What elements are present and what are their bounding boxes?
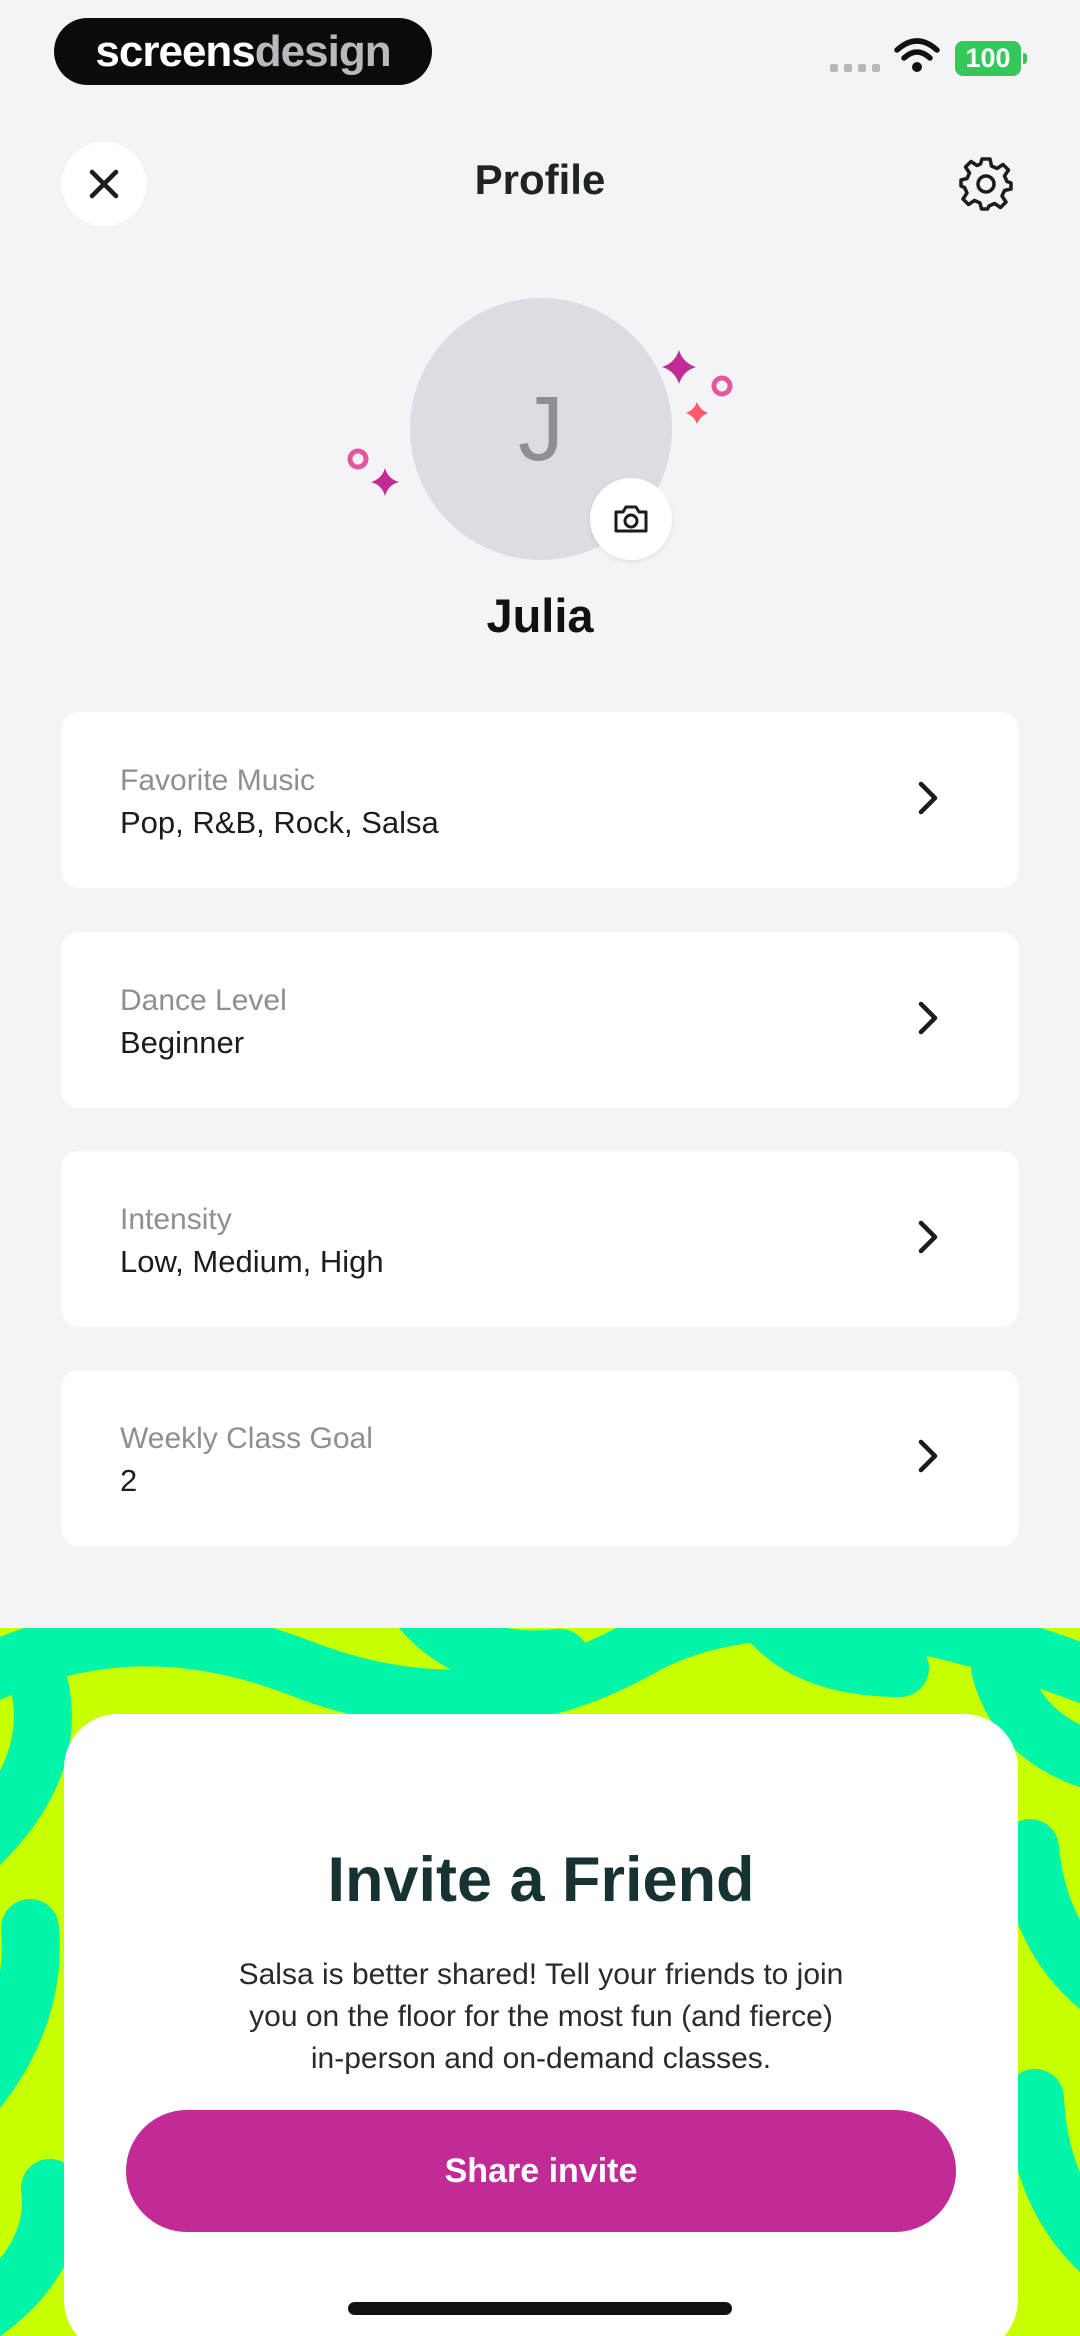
dance-level-row[interactable]: Dance Level Beginner [62, 932, 1018, 1108]
status-bar: screens design 100 [0, 0, 1080, 110]
camera-icon [614, 505, 648, 533]
share-invite-button[interactable]: Share invite [126, 2110, 956, 2232]
row-value: Low, Medium, High [120, 1244, 384, 1279]
page-title: Profile [474, 156, 606, 203]
invite-card: Invite a Friend Salsa is better shared! … [64, 1714, 1018, 2336]
weekly-class-goal-row[interactable]: Weekly Class Goal 2 [62, 1370, 1018, 1546]
row-label: Intensity [120, 1203, 232, 1236]
invite-description-line: you on the floor for the most fun (and f… [249, 2000, 833, 2033]
row-label: Dance Level [120, 984, 287, 1017]
invite-description: Salsa is better shared! Tell your friend… [154, 1954, 928, 2080]
intensity-row[interactable]: Intensity Low, Medium, High [62, 1151, 1018, 1327]
invite-title: Invite a Friend [327, 1845, 755, 1915]
avatar-initial: J [518, 377, 564, 480]
chevron-right-icon [918, 781, 938, 815]
gear-icon[interactable] [958, 156, 1014, 212]
battery-level: 100 [965, 43, 1011, 73]
brand-text-part-2: design [254, 26, 392, 76]
brand-text-part-1: screens [95, 26, 255, 76]
wifi-icon [894, 38, 940, 72]
row-value: 2 [120, 1463, 138, 1498]
row-value: Beginner [120, 1025, 245, 1060]
home-indicator[interactable] [348, 2302, 732, 2315]
row-label: Favorite Music [120, 764, 316, 797]
change-photo-button[interactable] [590, 478, 672, 560]
chevron-right-icon [918, 1220, 938, 1254]
chevron-right-icon [918, 1439, 938, 1473]
chevron-right-icon [918, 1001, 938, 1035]
brand-watermark: screens design [54, 18, 432, 85]
user-name: Julia [486, 589, 594, 642]
battery-indicator: 100 [955, 41, 1027, 76]
cellular-signal-icon [830, 64, 880, 72]
row-value: Pop, R&B, Rock, Salsa [120, 805, 439, 840]
share-invite-label: Share invite [444, 2151, 638, 2190]
invite-description-line: Salsa is better shared! Tell your friend… [238, 1958, 844, 1991]
favorite-music-row[interactable]: Favorite Music Pop, R&B, Rock, Salsa [62, 712, 1018, 888]
invite-description-line: in-person and on-demand classes. [310, 2042, 772, 2075]
row-label: Weekly Class Goal [120, 1422, 373, 1455]
